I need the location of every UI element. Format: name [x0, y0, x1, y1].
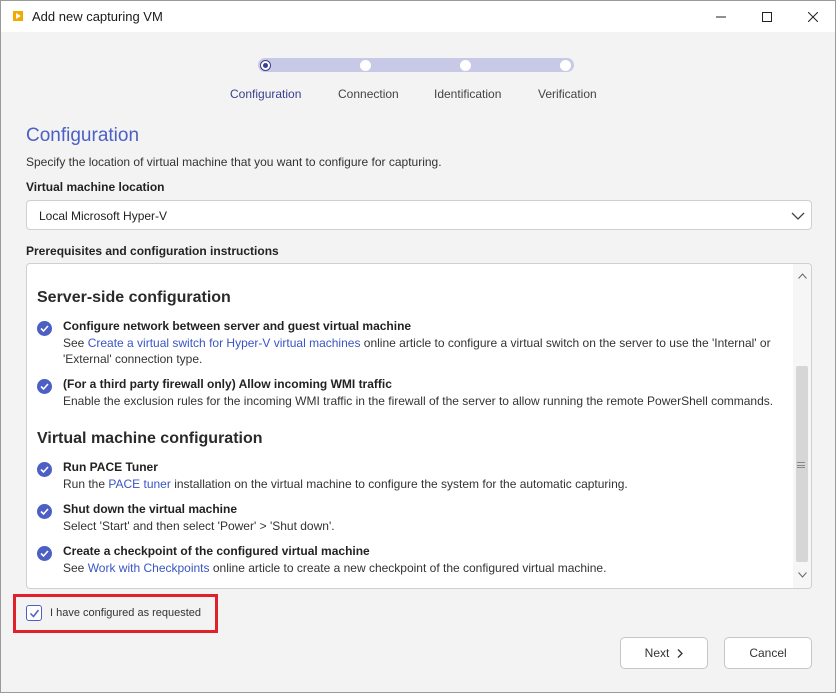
item-description: See Work with Checkpoints online article…	[63, 561, 607, 575]
vm-location-value: Local Microsoft Hyper-V	[39, 209, 168, 223]
minimize-button[interactable]	[698, 1, 744, 32]
page-subtitle: Specify the location of virtual machine …	[26, 155, 442, 169]
step-label-configuration: Configuration	[230, 87, 302, 101]
link-pace-tuner[interactable]: PACE tuner	[108, 477, 170, 491]
check-circle-icon	[37, 504, 52, 519]
item-title: Shut down the virtual machine	[63, 502, 238, 516]
step-dot-configuration	[260, 60, 271, 71]
item-title: Configure network between server and gue…	[63, 319, 412, 333]
window-title: Add new capturing VM	[32, 9, 163, 24]
link-hyperv-switch[interactable]: Create a virtual switch for Hyper-V virt…	[88, 336, 361, 350]
step-dot-verification	[560, 60, 571, 71]
step-label-connection: Connection	[338, 87, 399, 101]
section-title-vm: Virtual machine configuration	[37, 430, 263, 447]
check-circle-icon	[37, 462, 52, 477]
vm-location-select[interactable]: Local Microsoft Hyper-V	[26, 200, 812, 230]
item-title: (For a third party firewall only) Allow …	[63, 377, 392, 391]
close-button[interactable]	[790, 1, 836, 32]
check-circle-icon	[37, 379, 52, 394]
configured-checkbox[interactable]	[26, 605, 42, 621]
next-button-label: Next	[644, 646, 670, 660]
stepper-track	[258, 58, 574, 72]
cancel-button[interactable]: Cancel	[724, 637, 812, 669]
title-bar: Add new capturing VM	[1, 1, 835, 32]
chevron-right-icon	[677, 648, 684, 658]
item-description: Enable the exclusion rules for the incom…	[63, 394, 774, 408]
item-description: See Create a virtual switch for Hyper-V …	[63, 336, 771, 366]
step-dot-identification	[460, 60, 471, 71]
panel-scrollbar[interactable]	[793, 264, 811, 588]
close-icon	[808, 11, 818, 22]
item-description: Run the PACE tuner installation on the v…	[63, 477, 628, 491]
app-logo-icon	[13, 11, 23, 21]
section-title-server: Server-side configuration	[37, 289, 231, 306]
next-button[interactable]: Next	[620, 637, 708, 669]
chevron-up-icon	[797, 273, 807, 279]
step-label-verification: Verification	[538, 87, 597, 101]
step-dot-connection	[360, 60, 371, 71]
link-work-with-checkpoints[interactable]: Work with Checkpoints	[88, 561, 210, 575]
maximize-button[interactable]	[744, 1, 790, 32]
configured-checkbox-label[interactable]: I have configured as requested	[50, 607, 201, 619]
instructions-panel[interactable]: Server-side configuration Configure netw…	[26, 263, 812, 589]
cancel-button-label: Cancel	[749, 646, 787, 660]
instructions-content: Server-side configuration Configure netw…	[27, 264, 793, 588]
chevron-down-icon	[797, 572, 807, 578]
scroll-down-button[interactable]	[796, 568, 808, 582]
instructions-label: Prerequisites and configuration instruct…	[26, 244, 279, 258]
item-title: Run PACE Tuner	[63, 460, 158, 474]
page-title: Configuration	[26, 125, 140, 146]
scrollbar-grip-icon	[797, 462, 805, 468]
checkmark-icon	[29, 609, 39, 618]
dialog-window: Add new capturing VM Configuration Conne…	[0, 0, 836, 693]
chevron-down-icon	[791, 212, 805, 220]
item-description: Select 'Start' and then select 'Power' >…	[63, 519, 335, 533]
minimize-icon	[716, 16, 726, 17]
vm-location-label: Virtual machine location	[26, 180, 165, 194]
check-circle-icon	[37, 546, 52, 561]
step-label-identification: Identification	[434, 87, 502, 101]
maximize-icon	[762, 11, 772, 22]
item-title: Create a checkpoint of the configured vi…	[63, 544, 370, 558]
scroll-up-button[interactable]	[796, 269, 808, 283]
check-circle-icon	[37, 321, 52, 336]
